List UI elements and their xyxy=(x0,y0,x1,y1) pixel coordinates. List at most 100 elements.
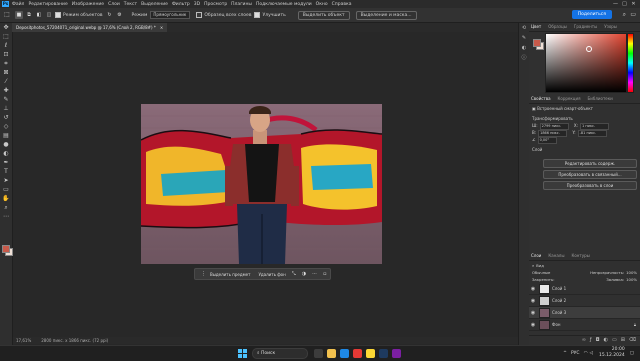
filter-search-icon[interactable]: ⌕ xyxy=(532,262,534,269)
color-picker-marker[interactable] xyxy=(586,46,592,52)
clock[interactable]: 20:00 15.12.2024 xyxy=(599,347,625,359)
zoom-level[interactable]: 17,61% xyxy=(16,337,31,344)
panel-foreground-swatch[interactable] xyxy=(533,39,541,47)
layer-row[interactable]: ◉ Слой 3 xyxy=(529,307,640,319)
tab-color[interactable]: Цвет xyxy=(531,23,541,31)
layer-name[interactable]: Слой 1 xyxy=(552,286,566,291)
layer-name[interactable]: Фон xyxy=(552,322,561,327)
y-field[interactable]: -81 пикс. xyxy=(577,129,607,137)
menu-3d[interactable]: 3D xyxy=(194,2,200,7)
document-tab[interactable]: Depositphotos_57204071_original.webp @ 1… xyxy=(12,23,168,32)
color-field[interactable] xyxy=(545,33,627,93)
tab-gradients[interactable]: Градиенты xyxy=(574,23,597,31)
menu-filter[interactable]: Фильтр xyxy=(172,2,190,7)
menu-layer[interactable]: Слои xyxy=(108,2,120,7)
remove-background-button[interactable]: Удалить фон xyxy=(258,272,285,277)
brush-settings-icon[interactable]: ✎ xyxy=(519,33,529,43)
close-taskbar-icon[interactable]: ▫ xyxy=(323,271,326,277)
eyedropper-tool-icon[interactable]: ⁄ xyxy=(0,77,12,86)
link-icon[interactable]: ∞ xyxy=(582,336,586,344)
info-icon[interactable]: ⓘ xyxy=(519,53,529,63)
tray-chevron-icon[interactable]: ^ xyxy=(563,351,567,356)
path-selection-icon[interactable]: ➤ xyxy=(0,176,12,185)
healing-brush-icon[interactable]: ✚ xyxy=(0,86,12,95)
maximize-button[interactable]: □ xyxy=(620,0,629,8)
tab-paths[interactable]: Контуры xyxy=(571,252,589,260)
fx-icon[interactable]: ƒ xyxy=(590,336,592,344)
close-window-button[interactable]: ✕ xyxy=(629,0,638,8)
enhance-edge-checkbox[interactable] xyxy=(254,12,261,18)
object-selection-tool-icon[interactable]: ⬚ xyxy=(2,11,12,19)
menu-edit[interactable]: Редактирование xyxy=(28,2,67,7)
menu-view[interactable]: Просмотр xyxy=(204,2,227,7)
gradient-tool-icon[interactable]: ▤ xyxy=(0,131,12,140)
history-panel-icon[interactable]: ⟲ xyxy=(519,23,529,33)
convert-to-linked-button[interactable]: Преобразовать в связанный... xyxy=(543,170,637,179)
layer-row[interactable]: ◉ Слой 1 xyxy=(529,283,640,295)
tab-swatches[interactable]: Образцы xyxy=(548,23,567,31)
mask-add-icon[interactable]: ◘ xyxy=(596,336,600,344)
photoshop-taskbar-icon[interactable] xyxy=(379,349,388,358)
tab-channels[interactable]: Каналы xyxy=(548,252,564,260)
layer-name[interactable]: Слой 3 xyxy=(552,310,566,315)
brush-tool-icon[interactable]: ✎ xyxy=(0,95,12,104)
blend-mode-select[interactable]: Обычные xyxy=(532,269,550,276)
dodge-tool-icon[interactable]: ◐ xyxy=(0,149,12,158)
history-brush-icon[interactable]: ↺ xyxy=(0,113,12,122)
mode-select[interactable]: Прямоугольник xyxy=(150,11,191,19)
gear-icon[interactable]: ⚙ xyxy=(116,11,124,19)
menu-file[interactable]: Файл xyxy=(12,2,24,7)
workspace-icon[interactable]: ▭ xyxy=(630,11,636,18)
new-selection-icon[interactable]: ■ xyxy=(15,11,23,19)
start-button[interactable] xyxy=(238,349,247,358)
marquee-tool-icon[interactable]: ⬚ xyxy=(0,32,12,41)
taskbar-search[interactable]: ⌕ Поиск xyxy=(252,348,308,359)
blur-tool-icon[interactable]: ● xyxy=(0,140,12,149)
type-tool-icon[interactable]: T xyxy=(0,167,12,176)
crop-tool-icon[interactable]: ⌗ xyxy=(0,59,12,68)
chrome-icon[interactable] xyxy=(366,349,375,358)
add-selection-icon[interactable]: ⧉ xyxy=(25,11,33,19)
minimize-button[interactable]: — xyxy=(611,0,620,8)
move-tool-icon[interactable]: ✥ xyxy=(0,23,12,32)
lasso-tool-icon[interactable]: ℓ xyxy=(0,41,12,50)
yandex-icon[interactable] xyxy=(353,349,362,358)
eraser-tool-icon[interactable]: ◇ xyxy=(0,122,12,131)
menu-plugins[interactable]: Плагины xyxy=(231,2,252,7)
tab-layers[interactable]: Слои xyxy=(531,252,541,260)
visibility-eye-icon[interactable]: ◉ xyxy=(529,298,537,304)
mask-icon[interactable]: ◑ xyxy=(302,271,306,277)
refresh-icon[interactable]: ↻ xyxy=(106,11,114,19)
color-swatches[interactable] xyxy=(2,245,13,256)
more-options-icon[interactable]: ⋯ xyxy=(312,271,317,277)
layer-row[interactable]: ◉ Фон 🔒︎ xyxy=(529,319,640,331)
intersect-selection-icon[interactable]: ◫ xyxy=(45,11,53,19)
visibility-eye-icon[interactable]: ◉ xyxy=(529,286,537,292)
menu-help[interactable]: Справка xyxy=(332,2,352,7)
task-view-icon[interactable] xyxy=(314,349,323,358)
tab-adjustments[interactable]: Коррекция xyxy=(558,95,581,103)
layer-filter-select[interactable]: Вид xyxy=(536,262,544,269)
close-tab-icon[interactable]: × xyxy=(160,25,163,30)
menu-type[interactable]: Текст xyxy=(124,2,137,7)
frame-tool-icon[interactable]: ⊠ xyxy=(0,68,12,77)
menu-image[interactable]: Изображение xyxy=(72,2,104,7)
pen-tool-icon[interactable]: ✒ xyxy=(0,158,12,167)
hue-slider[interactable] xyxy=(627,33,634,93)
sample-all-layers-checkbox[interactable] xyxy=(196,12,203,18)
rectangle-tool-icon[interactable]: ▭ xyxy=(0,185,12,194)
group-icon[interactable]: ▭ xyxy=(612,336,617,344)
notifications-icon[interactable]: ▢ xyxy=(630,351,634,356)
transform-icon[interactable]: ⤡ xyxy=(292,271,296,277)
opacity-value[interactable]: 100% xyxy=(626,269,637,276)
visibility-eye-icon[interactable]: ◉ xyxy=(529,310,537,316)
tab-properties[interactable]: Свойства xyxy=(531,95,551,103)
stamp-tool-icon[interactable]: ⊥ xyxy=(0,104,12,113)
adjustment-layer-icon[interactable]: ◐ xyxy=(604,336,608,344)
wifi-icon[interactable]: ◠ xyxy=(584,351,588,356)
object-finder-checkbox[interactable] xyxy=(55,12,61,18)
hand-tool-icon[interactable]: ✋ xyxy=(0,194,12,203)
layer-row[interactable]: ◉ Слой 2 xyxy=(529,295,640,307)
language-indicator[interactable]: РУС xyxy=(571,351,580,356)
new-layer-icon[interactable]: ⊞ xyxy=(621,336,625,344)
